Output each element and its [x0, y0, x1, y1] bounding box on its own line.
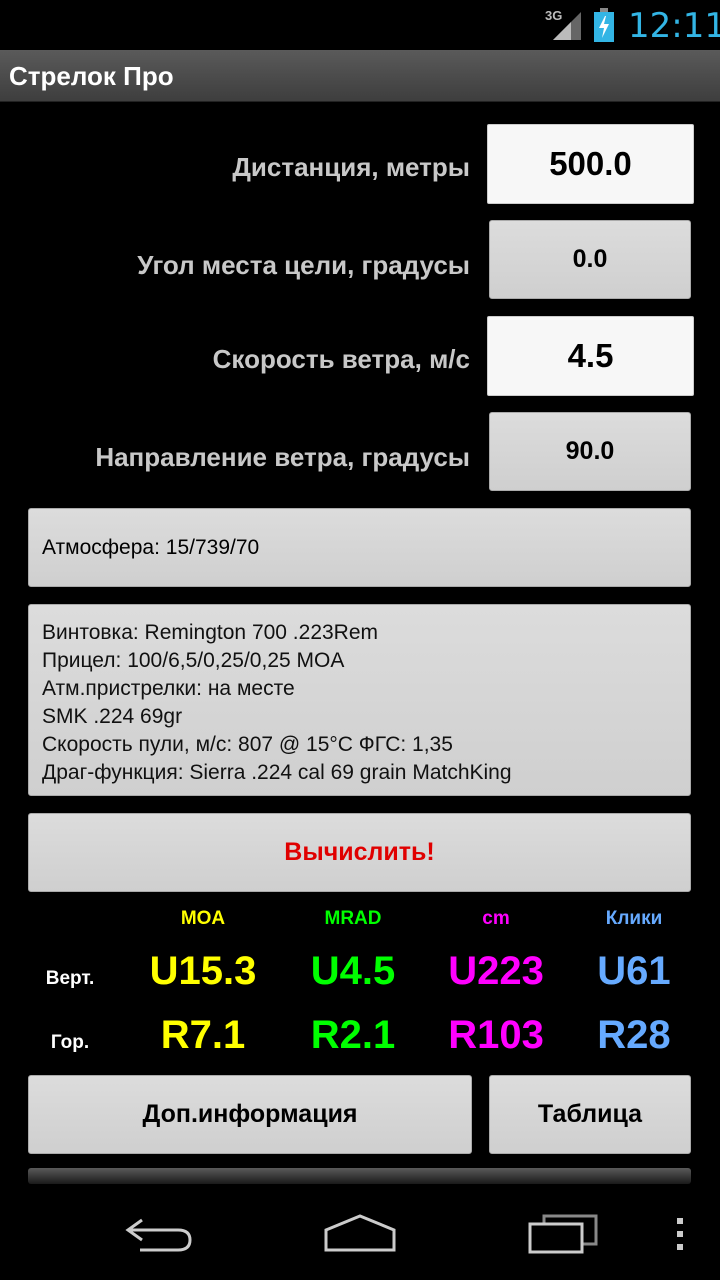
row-label-horizontal: Гор. [50, 1032, 90, 1053]
wind-speed-label: Скорость ветра, м/с [212, 344, 470, 374]
scroll-overflow-edge [28, 1168, 691, 1184]
vertical-cm: U223 [448, 949, 544, 993]
more-info-label: Доп.информация [142, 1100, 358, 1128]
clock: 12:11 [628, 6, 720, 46]
scope-line: Прицел: 100/6,5/0,25/0,25 MOA [42, 649, 345, 672]
distance-label: Дистанция, метры [232, 152, 470, 182]
wind-direction-label: Направление ветра, градусы [95, 442, 470, 472]
overflow-menu-icon[interactable] [674, 1216, 686, 1252]
app-title: Стрелок Про [9, 61, 174, 91]
wind-direction-button[interactable]: 90.0 [489, 412, 691, 491]
angle-button[interactable]: 0.0 [489, 220, 691, 299]
angle-value: 0.0 [572, 245, 608, 273]
horizontal-moa: R7.1 [160, 1013, 246, 1057]
atmosphere-button[interactable]: Атмосфера: 15/739/70 [28, 508, 691, 587]
signal-icon [553, 12, 581, 40]
wind-direction-value: 90.0 [565, 437, 615, 465]
col-moa: MOA [180, 908, 226, 929]
atmosphere-label: Атмосфера: 15/739/70 [42, 535, 260, 559]
action-bar: Стрелок Про [0, 50, 720, 102]
battery-icon [594, 8, 614, 42]
col-mrad: MRAD [324, 908, 382, 929]
navigation-bar [0, 1186, 720, 1280]
col-cm: cm [482, 908, 510, 929]
bullet-line: SMK .224 69gr [42, 705, 183, 728]
velocity-line: Скорость пули, м/с: 807 @ 15°C ФГС: 1,35 [42, 733, 453, 756]
calculate-button[interactable]: Вычислить! [28, 813, 691, 892]
vertical-mrad: U4.5 [310, 949, 396, 993]
back-icon[interactable] [122, 1214, 196, 1254]
recent-apps-icon[interactable] [526, 1214, 600, 1254]
vertical-clicks: U61 [597, 949, 671, 993]
home-icon[interactable] [322, 1212, 398, 1254]
table-label: Таблица [537, 1100, 643, 1128]
wind-speed-value: 4.5 [567, 337, 614, 374]
distance-input[interactable]: 500.0 [487, 124, 694, 204]
zero-atmosphere-line: Атм.пристрелки: на месте [42, 677, 295, 700]
row-label-vertical: Верт. [45, 968, 95, 989]
rifle-line: Винтовка: Remington 700 .223Rem [42, 621, 379, 644]
more-info-button[interactable]: Доп.информация [28, 1075, 472, 1154]
horizontal-mrad: R2.1 [310, 1013, 396, 1057]
wind-speed-input[interactable]: 4.5 [487, 316, 694, 396]
distance-value: 500.0 [549, 145, 632, 182]
horizontal-cm: R103 [448, 1013, 544, 1057]
col-clicks: Клики [605, 908, 663, 929]
calculate-label: Вычислить! [284, 838, 435, 866]
angle-label: Угол места цели, градусы [137, 250, 470, 280]
drag-function-line: Драг-функция: Sierra .224 cal 69 grain M… [42, 761, 512, 784]
status-bar: 3G 12:11 [0, 0, 720, 50]
rifle-info-button[interactable]: Винтовка: Remington 700 .223Rem Прицел: … [28, 604, 691, 796]
horizontal-clicks: R28 [597, 1013, 671, 1057]
vertical-moa: U15.3 [149, 949, 257, 993]
table-button[interactable]: Таблица [489, 1075, 691, 1154]
